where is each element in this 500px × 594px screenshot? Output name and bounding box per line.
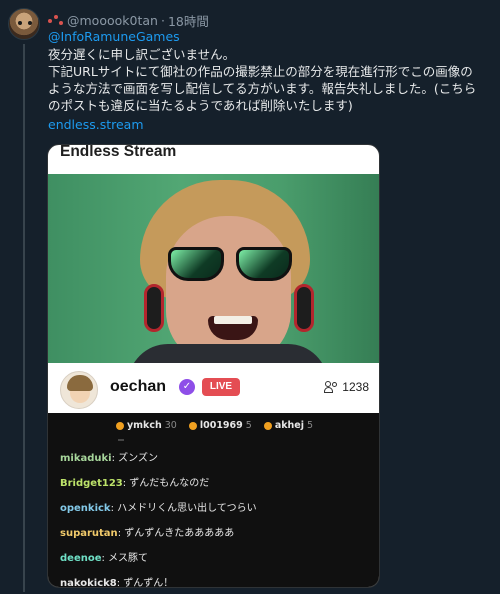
top-user[interactable]: akhej 5: [263, 420, 314, 431]
verified-icon: ✓: [179, 379, 195, 395]
chat-user[interactable]: nakokick8: [60, 578, 117, 587]
top-user-name: akhej: [274, 420, 305, 431]
top-user-count: 5: [307, 420, 314, 431]
flag-icon: [48, 14, 64, 27]
chat-message: Bridget123: ずんだもんなのだ: [60, 478, 210, 489]
chat-message: openkick: ハメドリくん思い出してつらい: [60, 503, 257, 514]
chat-user[interactable]: openkick: [60, 503, 111, 514]
chat-user[interactable]: suparutan: [60, 528, 118, 539]
top-user[interactable]: l001969 5: [188, 420, 252, 431]
tweet-header: @mooook0tan · 18時間: [48, 11, 209, 30]
streamer-profile-row: oechan ✓ LIVE 1238: [48, 363, 379, 413]
top-user-count: 30: [164, 420, 177, 431]
crown-icon: [263, 421, 272, 430]
timestamp[interactable]: 18時間: [168, 11, 209, 30]
live-badge: LIVE: [202, 378, 240, 396]
viewer-count-value: 1238: [342, 380, 369, 394]
crown-icon: [188, 421, 197, 430]
top-user-name: l001969: [199, 420, 243, 431]
thread-line: [23, 44, 25, 592]
streamer-name[interactable]: oechan: [110, 378, 166, 396]
user-avatar[interactable]: [8, 8, 40, 40]
streamer-avatar[interactable]: [60, 371, 98, 409]
sunglasses: [168, 247, 296, 283]
stream-video: [48, 174, 379, 363]
chat-text: ずんずん！: [123, 578, 174, 588]
chat-user[interactable]: deenoe: [60, 553, 102, 564]
top-users-bar: ymkch 30 l001969 5 akhej 5: [48, 420, 379, 431]
headphone-icon: [294, 284, 314, 332]
separator: ·: [160, 13, 165, 28]
viewer-count: 1238: [324, 380, 369, 394]
chat-text: ずんずんきたあああああ: [124, 528, 235, 539]
stream-site-title: Endless Stream: [60, 144, 177, 160]
reply-to-mention[interactable]: @InfoRamuneGames: [48, 29, 180, 44]
username[interactable]: @mooook0tan: [67, 13, 158, 28]
tweet: @mooook0tan · 18時間 @InfoRamuneGames 夜分遅く…: [0, 0, 500, 594]
tweet-line: 下記URLサイトにて御社の作品の撮影禁止の部分を現在進行形でこの画像の: [48, 64, 473, 79]
chat-text: ズンズン: [118, 453, 158, 464]
chat-message: nakokick8: ずんずん！: [60, 578, 174, 588]
tweet-link[interactable]: endless.stream: [48, 117, 144, 132]
top-user[interactable]: ymkch 30: [115, 420, 177, 431]
chat-text: ずんだもんなのだ: [129, 478, 210, 489]
top-user-count: 5: [245, 420, 252, 431]
chat-message: deenoe: メス豚て: [60, 553, 149, 564]
streamer-face: [166, 216, 291, 363]
tweet-line: のポストも違反に当たるようであれば削除いたします): [48, 98, 353, 113]
chat-text: ハメドリくん思い出してつらい: [117, 503, 257, 514]
viewers-icon: [324, 381, 338, 393]
tweet-media-image[interactable]: Endless Stream oechan ✓ LIVE 1238 ymkch …: [47, 144, 380, 588]
chat-message: suparutan: ずんずんきたあああああ: [60, 528, 235, 539]
streamer-teeth: [214, 316, 252, 324]
top-user-name: ymkch: [126, 420, 162, 431]
chat-user[interactable]: mikaduki: [60, 453, 112, 464]
chat-text: メス豚て: [108, 553, 149, 564]
tweet-line: 夜分遅くに申し訳ございません。: [48, 47, 236, 62]
headphone-icon: [144, 284, 164, 332]
streamer-shirt: [128, 344, 328, 363]
tweet-text: 夜分遅くに申し訳ございません。 下記URLサイトにて御社の作品の撮影禁止の部分を…: [48, 46, 494, 114]
chat-user[interactable]: Bridget123: [60, 478, 123, 489]
crown-icon: [115, 421, 124, 430]
tweet-line: ような方法で画面を写し配信してる方がいます。報告失礼しました。(こちら: [48, 81, 477, 96]
stream-chat: ymkch 30 l001969 5 akhej 5 mikaduki: ズンズン B…: [48, 413, 379, 588]
divider: [118, 439, 124, 441]
chat-message: mikaduki: ズンズン: [60, 453, 158, 464]
